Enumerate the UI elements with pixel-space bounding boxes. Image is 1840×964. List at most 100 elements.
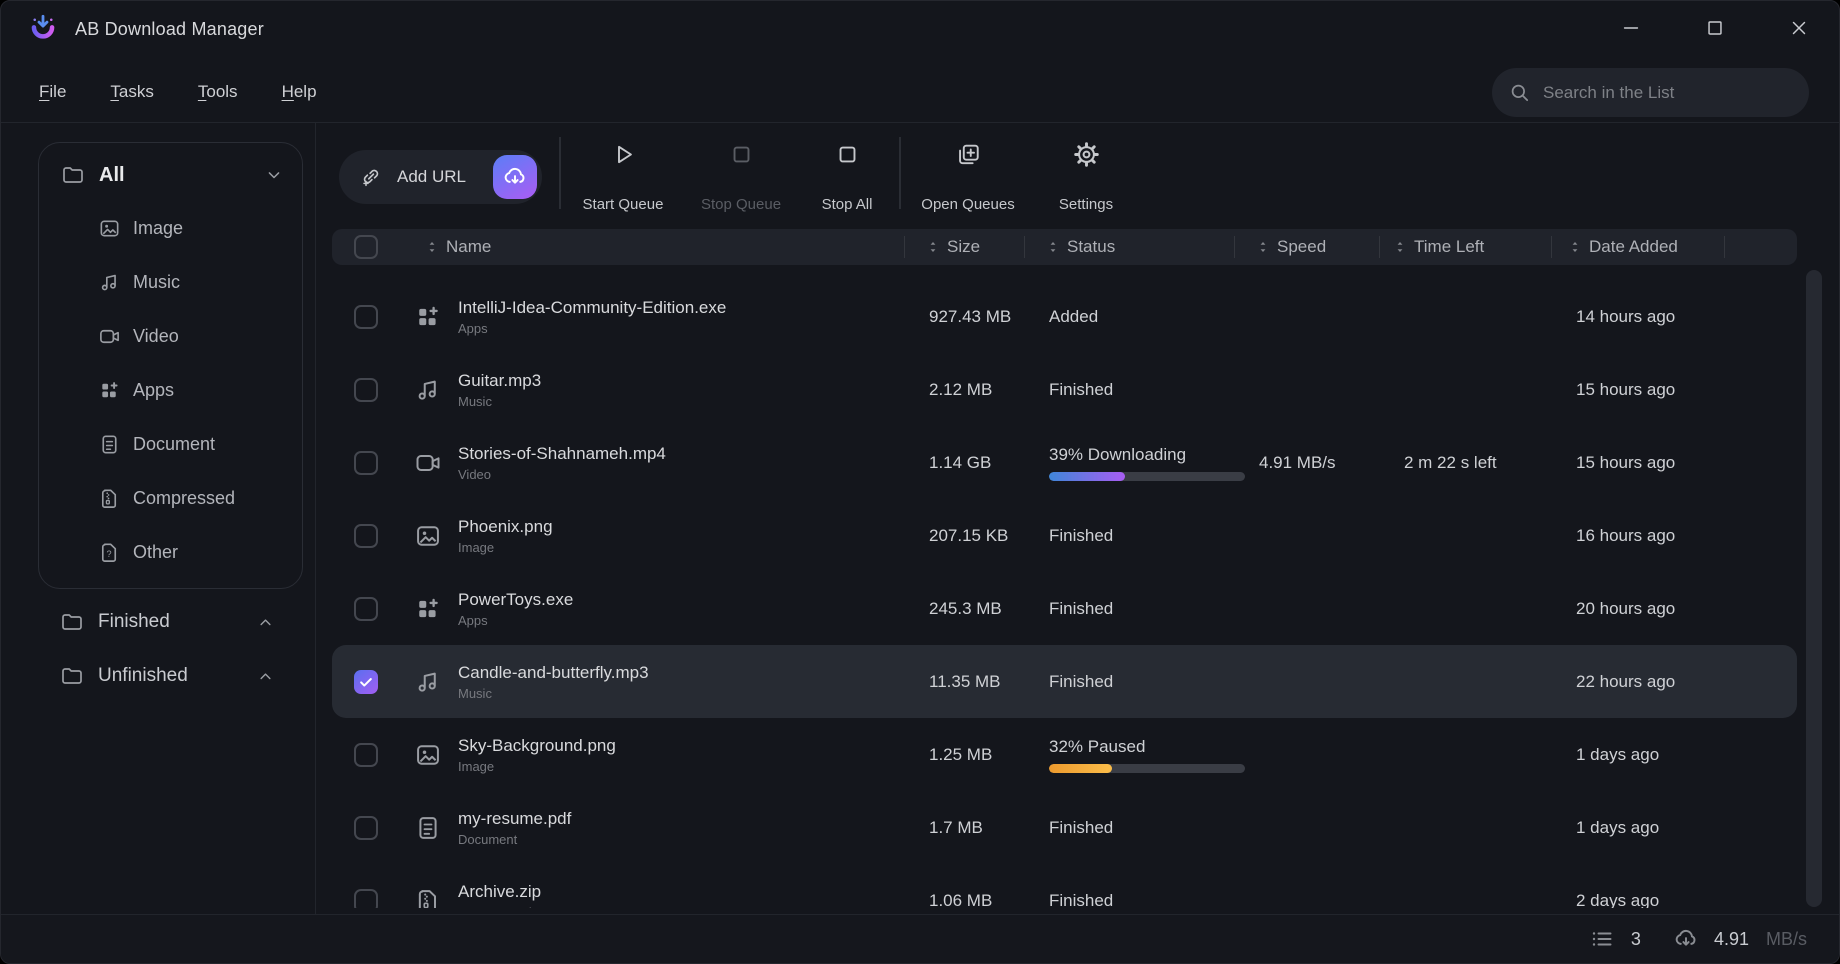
search-box[interactable]	[1492, 68, 1809, 117]
search-icon	[1508, 81, 1531, 104]
add-url-button[interactable]: Add URL	[339, 150, 542, 204]
file-type: Image	[458, 759, 616, 774]
file-type: Apps	[458, 613, 573, 628]
image-icon	[98, 217, 121, 240]
file-type: Music	[458, 394, 541, 409]
video-icon	[414, 449, 442, 477]
date-added-cell: 14 hours ago	[1552, 307, 1725, 327]
file-name: IntelliJ-Idea-Community-Edition.exe	[458, 298, 726, 318]
music-icon	[414, 376, 442, 404]
minimize-button[interactable]	[1612, 9, 1650, 47]
sort-icon	[424, 239, 440, 255]
stop-icon	[728, 141, 755, 168]
table-row[interactable]: PowerToys.exeApps 245.3 MB Finished 20 h…	[332, 572, 1797, 645]
row-checkbox[interactable]	[354, 816, 378, 840]
file-name: Stories-of-Shahnameh.mp4	[458, 444, 666, 464]
app-title: AB Download Manager	[75, 1, 264, 57]
sidebar-item-apps[interactable]: Apps	[39, 363, 302, 417]
app-logo-icon	[27, 12, 59, 44]
time-left-cell: 2 m 22 s left	[1380, 453, 1552, 473]
header-size[interactable]: Size	[905, 229, 1025, 265]
file-type: Compressed	[458, 905, 541, 909]
header-time-left[interactable]: Time Left	[1380, 229, 1552, 265]
toolbar-button-label: Stop Queue	[701, 196, 781, 213]
table-row[interactable]: Archive.zipCompressed 1.06 MB Finished 2…	[332, 864, 1797, 908]
sidebar-item-music[interactable]: Music	[39, 255, 302, 309]
table-row[interactable]: Sky-Background.pngImage 1.25 MB 32% Paus…	[332, 718, 1797, 791]
settings-button[interactable]: Settings	[1031, 141, 1141, 213]
menu-tasks[interactable]: Tasks	[110, 82, 153, 102]
header-name[interactable]: Name	[400, 229, 905, 265]
file-name: Phoenix.png	[458, 517, 553, 537]
close-button[interactable]	[1780, 9, 1818, 47]
menu-tools[interactable]: Tools	[198, 82, 238, 102]
sidebar-item-document[interactable]: Document	[39, 417, 302, 471]
date-added-cell: 15 hours ago	[1552, 453, 1725, 473]
file-type: Music	[458, 686, 649, 701]
sidebar-item-video[interactable]: Video	[39, 309, 302, 363]
date-added-cell: 22 hours ago	[1552, 672, 1725, 692]
cloud-download-icon	[1673, 926, 1699, 952]
table-row[interactable]: my-resume.pdfDocument 1.7 MB Finished 1 …	[332, 791, 1797, 864]
stop-queue-button[interactable]: Stop Queue	[686, 141, 796, 213]
header-speed[interactable]: Speed	[1235, 229, 1380, 265]
play-icon	[610, 141, 637, 168]
sort-icon	[1567, 239, 1583, 255]
maximize-button[interactable]	[1696, 9, 1734, 47]
file-type: Document	[458, 832, 571, 847]
file-name: Sky-Background.png	[458, 736, 616, 756]
row-checkbox[interactable]	[354, 524, 378, 548]
row-checkbox-checked[interactable]	[354, 670, 378, 694]
open-queues-button[interactable]: Open Queues	[913, 141, 1023, 213]
menu-bar: File Tasks Tools Help	[39, 67, 317, 117]
chevron-up-icon	[256, 613, 275, 632]
chevron-up-icon	[256, 667, 275, 686]
header-extra	[1725, 229, 1797, 265]
sidebar-item-compressed[interactable]: Compressed	[39, 471, 302, 525]
row-checkbox[interactable]	[354, 889, 378, 909]
sidebar-item-unfinished[interactable]: Unfinished	[1, 649, 315, 703]
menu-help[interactable]: Help	[282, 82, 317, 102]
document-icon	[98, 433, 121, 456]
quick-download-button[interactable]	[493, 155, 537, 199]
sidebar-item-all[interactable]: All	[39, 149, 302, 201]
row-checkbox[interactable]	[354, 743, 378, 767]
date-added-cell: 1 days ago	[1552, 745, 1725, 765]
size-cell: 1.7 MB	[905, 818, 1025, 838]
row-checkbox[interactable]	[354, 451, 378, 475]
header-status[interactable]: Status	[1025, 229, 1235, 265]
start-queue-button[interactable]: Start Queue	[568, 141, 678, 213]
sidebar-item-label: Other	[133, 542, 178, 563]
table-row-selected[interactable]: Candle-and-butterfly.mp3Music 11.35 MB F…	[332, 645, 1797, 718]
table-row[interactable]: Stories-of-Shahnameh.mp4Video 1.14 GB 39…	[332, 426, 1797, 499]
apps-icon	[414, 303, 442, 331]
apps-icon	[98, 379, 121, 402]
vertical-scrollbar[interactable]	[1806, 270, 1822, 907]
sidebar-item-image[interactable]: Image	[39, 201, 302, 255]
global-speed-value: 4.91	[1714, 929, 1749, 950]
row-checkbox[interactable]	[354, 597, 378, 621]
toolbar-separator	[899, 137, 901, 209]
header-date-added[interactable]: Date Added	[1552, 229, 1725, 265]
stop-all-button[interactable]: Stop All	[792, 141, 902, 213]
table-row[interactable]: Phoenix.pngImage 207.15 KB Finished 16 h…	[332, 499, 1797, 572]
row-checkbox[interactable]	[354, 305, 378, 329]
folder-icon	[60, 664, 84, 688]
sidebar-item-finished[interactable]: Finished	[1, 595, 315, 649]
search-input[interactable]	[1543, 83, 1793, 103]
header-checkbox-cell	[332, 229, 400, 265]
document-icon	[414, 814, 442, 842]
table-row[interactable]: IntelliJ-Idea-Community-Edition.exeApps …	[332, 280, 1797, 353]
sidebar-item-label: Apps	[133, 380, 174, 401]
cloud-download-icon	[502, 164, 528, 190]
sort-icon	[1045, 239, 1061, 255]
selected-count: 3	[1631, 929, 1641, 950]
menu-file[interactable]: File	[39, 82, 66, 102]
row-checkbox[interactable]	[354, 378, 378, 402]
table-row[interactable]: Guitar.mp3Music 2.12 MB Finished 15 hour…	[332, 353, 1797, 426]
sidebar-item-other[interactable]: Other	[39, 525, 302, 579]
folder-icon	[60, 610, 84, 634]
size-cell: 2.12 MB	[905, 380, 1025, 400]
status-cell: Finished	[1049, 891, 1235, 909]
select-all-checkbox[interactable]	[354, 235, 378, 259]
